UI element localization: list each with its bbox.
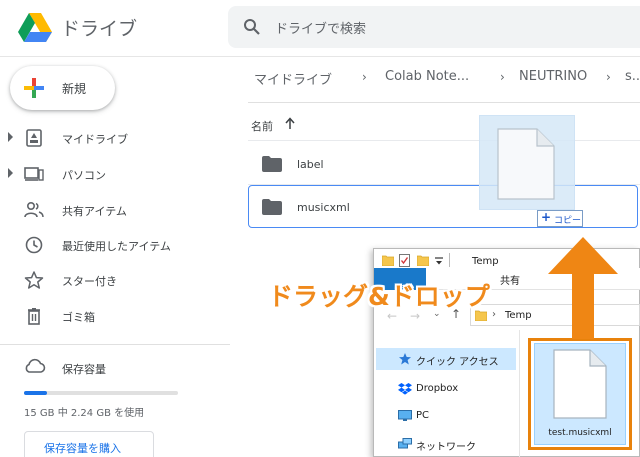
dropbox-icon <box>398 383 412 395</box>
drive-logo-icon <box>18 13 52 42</box>
ribbon-tab-share[interactable]: 共有 <box>500 272 520 287</box>
breadcrumb-item[interactable]: Colab Note... <box>385 69 469 84</box>
sidebar-item-label: 最近使用したアイテム <box>62 240 171 253</box>
sidebar-item-label: スター付き <box>62 275 117 288</box>
sidebar-item-label: ゴミ箱 <box>62 311 95 324</box>
column-header-name[interactable]: 名前 <box>251 118 273 134</box>
file-name: test.musicxml <box>548 428 612 438</box>
drag-and-drop-annotation: ドラッグ&ドロップ <box>268 282 490 311</box>
breadcrumb-item[interactable]: s... <box>625 69 640 84</box>
address-path[interactable]: Temp <box>505 310 532 321</box>
shared-people-icon <box>24 201 44 218</box>
copy-plus-icon: + <box>541 210 552 224</box>
search-input[interactable]: ドライブで検索 <box>275 18 366 37</box>
file-name: label <box>297 158 324 171</box>
sidebar-divider <box>0 344 230 345</box>
storage-usage-text: 15 GB 中 2.24 GB を使用 <box>24 408 145 419</box>
breadcrumb-separator-icon: › <box>500 70 505 84</box>
properties-check-icon[interactable] <box>399 254 410 267</box>
trash-icon <box>28 308 40 325</box>
new-button-label: 新規 <box>62 82 87 96</box>
nav-pane-label: クイック アクセス <box>416 357 499 368</box>
toolbar-divider <box>248 102 640 103</box>
nav-pane-label: PC <box>416 410 430 421</box>
storage-label[interactable]: 保存容量 <box>62 361 106 377</box>
plus-icon <box>24 78 44 98</box>
sidebar-item-label: マイドライブ <box>62 133 128 146</box>
sort-up-arrow-icon[interactable] <box>284 116 296 130</box>
sidebar-item-starred[interactable]: スター付き <box>0 265 230 295</box>
expand-arrow-icon[interactable] <box>8 168 13 178</box>
quick-access-toolbar-dropdown-icon[interactable] <box>435 257 443 265</box>
clock-icon <box>25 236 43 254</box>
app-title: ドライブ <box>61 18 138 40</box>
file-icon <box>497 128 555 200</box>
sidebar-item-recent[interactable]: 最近使用したアイテム <box>0 230 230 260</box>
sidebar-item-label: パソコン <box>62 169 106 182</box>
nav-pane-label: ネットワーク <box>416 442 476 453</box>
buy-storage-label: 保存容量を購入 <box>44 442 121 455</box>
breadcrumb-separator-icon: › <box>606 70 611 84</box>
folder-icon <box>262 156 282 172</box>
explorer-title: Temp <box>472 256 499 267</box>
storage-bar <box>24 391 178 395</box>
nav-pane-label: Dropbox <box>416 383 459 394</box>
address-chevron-icon[interactable]: › <box>492 309 496 320</box>
expand-arrow-icon[interactable] <box>8 132 13 142</box>
titlebar-divider <box>449 253 450 267</box>
file-icon <box>553 349 607 419</box>
sidebar-item-my-drive[interactable]: マイドライブ <box>0 123 230 153</box>
sidebar-item-shared[interactable]: 共有アイテム <box>0 195 230 225</box>
cloud-icon <box>25 358 46 373</box>
sidebar-item-label: 共有アイテム <box>62 205 127 218</box>
star-icon <box>24 271 44 289</box>
file-name: musicxml <box>297 201 350 214</box>
folder-icon <box>262 199 282 215</box>
pane-divider[interactable] <box>519 330 520 457</box>
copy-label: コピー <box>554 216 582 226</box>
computer-icon <box>24 167 44 181</box>
new-folder-icon[interactable] <box>417 255 429 266</box>
header-divider <box>0 56 640 57</box>
breadcrumb-separator-icon: › <box>362 70 367 84</box>
quick-access-star-icon <box>399 353 411 365</box>
network-icon <box>398 438 412 449</box>
search-icon[interactable] <box>243 18 261 36</box>
storage-bar-fill <box>24 391 47 395</box>
sidebar-item-trash[interactable]: ゴミ箱 <box>0 301 230 331</box>
breadcrumb-item[interactable]: NEUTRINO <box>519 69 587 84</box>
sidebar-item-computers[interactable]: パソコン <box>0 159 230 189</box>
breadcrumb-item[interactable]: マイドライブ <box>254 69 332 88</box>
pc-monitor-icon <box>398 410 412 421</box>
my-drive-icon <box>26 129 42 147</box>
folder-small-icon <box>382 255 394 266</box>
up-arrow-annotation-icon <box>548 237 618 339</box>
